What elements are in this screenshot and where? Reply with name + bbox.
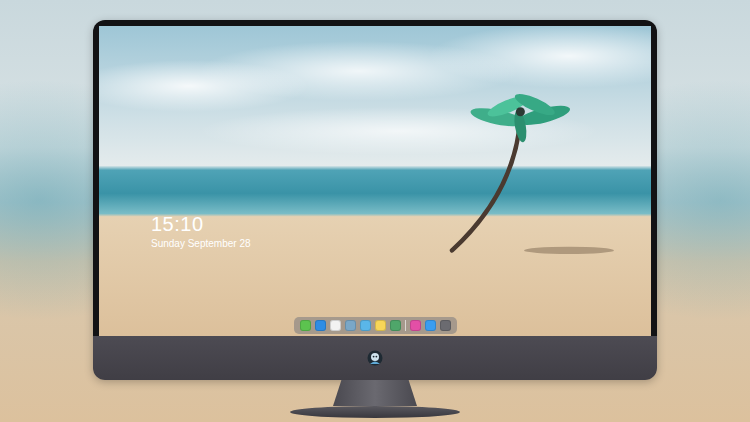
lock-screen[interactable]: 15:10 Sunday September 28 [99,26,651,336]
app-icon[interactable] [440,320,451,331]
lock-info: 15:10 Sunday September 28 [99,26,651,251]
palm-tree-icon [434,92,614,263]
dock [294,317,457,334]
app-icon[interactable] [410,320,421,331]
monitor-base [290,406,460,418]
clock-date: Sunday September 28 [151,237,651,251]
app-icon[interactable] [330,320,341,331]
app-icon[interactable] [375,320,386,331]
monitor-stand [333,380,417,406]
app-icon[interactable] [345,320,356,331]
clock-time: 15:10 [151,212,651,236]
dock-separator [405,320,406,331]
app-icon[interactable] [300,320,311,331]
app-icon[interactable] [425,320,436,331]
app-icon[interactable] [360,320,371,331]
app-icon[interactable] [390,320,401,331]
monitor-chin [93,336,657,380]
app-icon[interactable] [315,320,326,331]
desktop-backdrop: 15:10 Sunday September 28 [0,0,750,422]
brand-logo-icon [367,350,383,366]
monitor: 15:10 Sunday September 28 [93,20,657,380]
monitor-bezel: 15:10 Sunday September 28 [93,20,657,336]
